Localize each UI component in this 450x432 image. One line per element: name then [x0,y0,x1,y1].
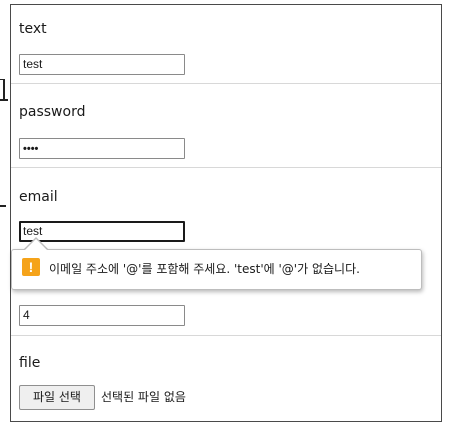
divider [11,335,441,336]
choose-file-button[interactable]: 파일 선택 [19,385,95,410]
email-field-label: email [19,189,58,205]
validation-tooltip: ! 이메일 주소에 '@'를 포함해 주세요. 'test'에 '@'가 없습니… [11,249,422,290]
background-fragment [3,79,5,101]
warning-icon: ! [22,258,40,276]
text-input[interactable]: test [19,54,185,75]
text-field-label: text [19,21,47,37]
tooltip-arrow-fill [25,239,47,250]
file-field-label: file [19,355,41,371]
password-field-label: password [19,104,86,120]
background-fragment [0,205,6,207]
validation-message: 이메일 주소에 '@'를 포함해 주세요. 'test'에 '@'가 없습니다. [49,262,360,276]
password-mask: •••• [23,143,39,155]
form-container: text test password •••• email test 4 fil… [10,4,442,422]
divider [11,83,441,84]
divider [11,167,441,168]
password-input[interactable]: •••• [19,138,185,159]
background-fragment [0,99,8,101]
number-input[interactable]: 4 [19,305,185,326]
file-status-text: 선택된 파일 없음 [101,390,186,404]
